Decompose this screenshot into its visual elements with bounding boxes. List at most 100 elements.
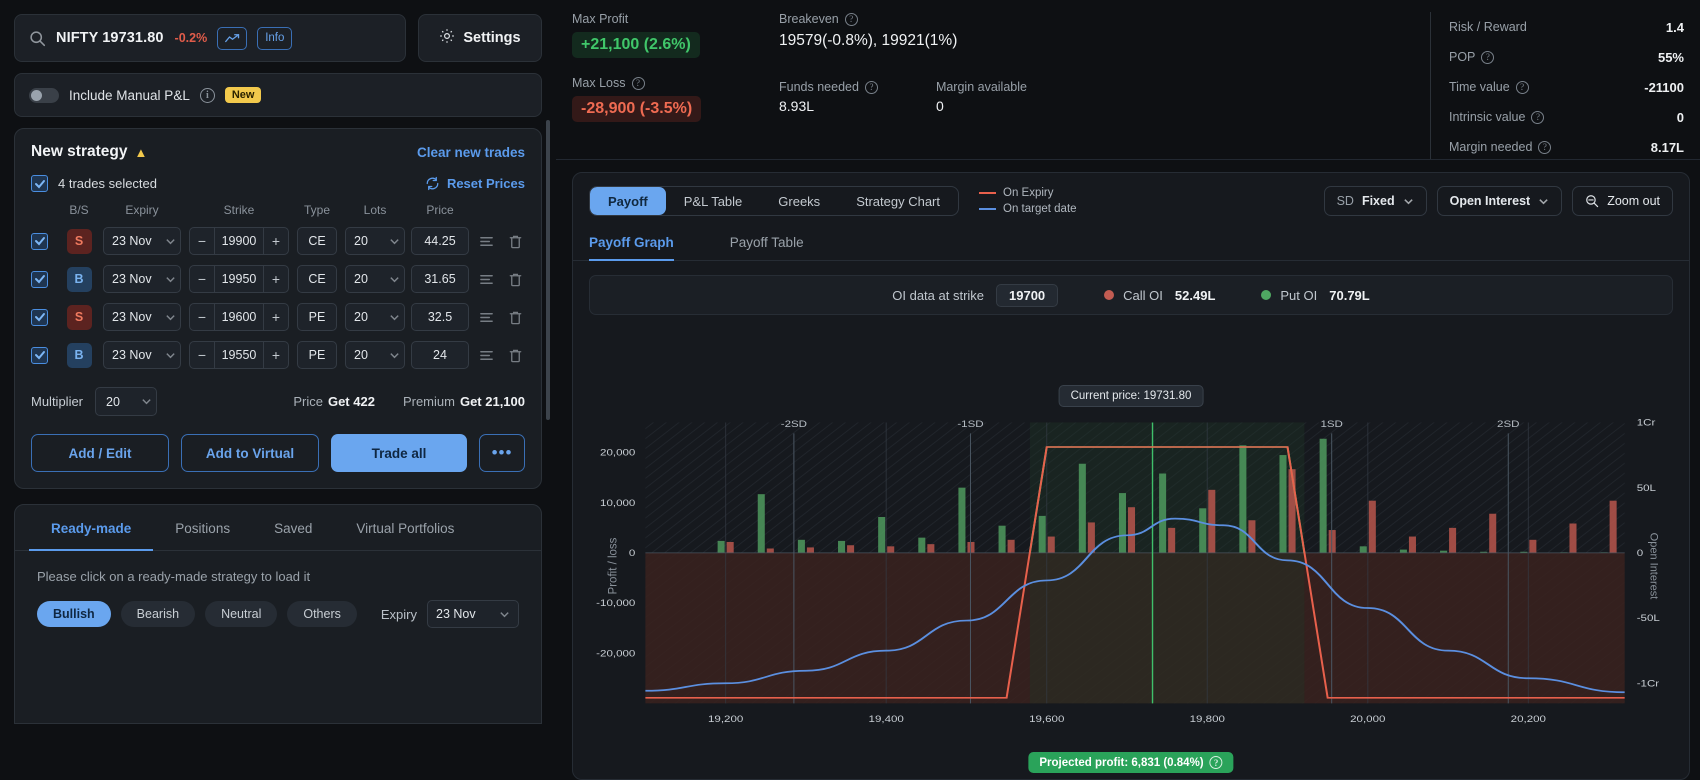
trade-all-button[interactable]: Trade all [331,434,467,472]
strike-decrement[interactable]: − [190,309,214,325]
oi-strike-value[interactable]: 19700 [996,283,1059,307]
table-row[interactable]: S 23 Nov −19900 + CE 20 44.25 [31,227,525,255]
price-input[interactable]: 31.65 [411,265,469,293]
option-type-toggle[interactable]: CE [297,227,337,255]
subtab-payoff-table[interactable]: Payoff Table [730,225,832,260]
strike-increment[interactable]: + [264,347,288,363]
segment-p-l-table[interactable]: P&L Table [666,187,761,215]
info-button[interactable]: Info [257,26,293,50]
expiry-select[interactable]: 23 Nov [103,227,181,255]
help-icon[interactable]: ? [1515,80,1529,94]
reset-prices-button[interactable]: Reset Prices [425,176,525,191]
help-icon[interactable]: ? [631,76,645,90]
drag-handle-icon[interactable] [479,234,494,249]
add-to-virtual-button[interactable]: Add to Virtual [181,434,319,472]
strike-increment[interactable]: + [264,271,288,287]
strike-value[interactable]: 19600 [214,304,264,330]
help-icon[interactable]: ? [864,80,878,94]
y2-tick-label: 50L [1637,484,1657,494]
trend-up-icon[interactable] [217,26,248,50]
buy-sell-toggle[interactable]: B [66,342,92,368]
row-checkbox[interactable] [31,308,48,326]
strike-value[interactable]: 19550 [214,342,264,368]
lots-select[interactable]: 20 [345,227,405,255]
tab-virtual-portfolios[interactable]: Virtual Portfolios [334,505,476,550]
strike-stepper[interactable]: −19900 + [189,227,289,255]
help-icon[interactable]: ? [1481,50,1495,64]
expiry-select[interactable]: 23 Nov [103,265,181,293]
zoom-out-button[interactable]: Zoom out [1572,186,1673,216]
strike-stepper[interactable]: −19950 + [189,265,289,293]
library-expiry-select[interactable]: 23 Nov [427,600,519,628]
call-oi-bar [1128,507,1136,553]
price-input[interactable]: 44.25 [411,227,469,255]
row-checkbox[interactable] [31,346,48,364]
strike-stepper[interactable]: −19550 + [189,341,289,369]
strike-decrement[interactable]: − [190,347,214,363]
filter-pill-neutral[interactable]: Neutral [205,601,278,627]
open-interest-dropdown[interactable]: Open Interest [1436,186,1563,216]
select-all-checkbox[interactable] [31,175,48,192]
drag-handle-icon[interactable] [479,272,494,287]
add-edit-button[interactable]: Add / Edit [31,434,169,472]
segment-greeks[interactable]: Greeks [760,187,838,215]
drag-handle-icon[interactable] [479,348,494,363]
table-row[interactable]: S 23 Nov −19600 + PE 20 32.5 [31,303,525,331]
drag-handle-icon[interactable] [479,310,494,325]
strike-value[interactable]: 19900 [214,228,264,254]
clear-new-trades-link[interactable]: Clear new trades [417,145,525,160]
price-input[interactable]: 32.5 [411,303,469,331]
buy-sell-toggle[interactable]: B [66,266,92,292]
filter-pill-others[interactable]: Others [287,601,357,627]
help-icon[interactable]: ? [1531,110,1545,124]
buy-sell-toggle[interactable]: S [66,228,92,254]
lots-select[interactable]: 20 [345,341,405,369]
sd-dropdown[interactable]: SD Fixed [1323,186,1427,216]
strike-decrement[interactable]: − [190,233,214,249]
strike-stepper[interactable]: −19600 + [189,303,289,331]
strike-increment[interactable]: + [264,233,288,249]
delete-icon[interactable] [508,348,523,363]
settings-button[interactable]: Settings [418,14,542,62]
tab-ready-made[interactable]: Ready-made [29,505,154,551]
delete-icon[interactable] [508,234,523,249]
select-all-wrap[interactable]: 4 trades selected [31,175,157,192]
lots-select[interactable]: 20 [345,265,405,293]
symbol-search-box[interactable]: NIFTY 19731.80 -0.2% Info [14,14,406,62]
strike-decrement[interactable]: − [190,271,214,287]
tab-saved[interactable]: Saved [252,505,334,550]
include-manual-pnl-row[interactable]: Include Manual P&L i New [14,73,542,117]
tab-positions[interactable]: Positions [153,505,252,550]
expiry-select[interactable]: 23 Nov [103,303,181,331]
row-checkbox[interactable] [31,270,48,288]
payoff-plot-area[interactable]: Current price: 19731.80 Profit / loss Op… [573,385,1689,779]
expiry-select[interactable]: 23 Nov [103,341,181,369]
price-input[interactable]: 24 [411,341,469,369]
row-checkbox[interactable] [31,232,48,250]
multiplier-select[interactable]: 20 [95,387,158,416]
segment-strategy-chart[interactable]: Strategy Chart [838,187,958,215]
subtab-payoff-graph[interactable]: Payoff Graph [589,225,702,261]
strike-increment[interactable]: + [264,309,288,325]
strike-value[interactable]: 19950 [214,266,264,292]
delete-icon[interactable] [508,310,523,325]
lots-select[interactable]: 20 [345,303,405,331]
more-options-button[interactable]: ••• [479,434,525,472]
option-type-toggle[interactable]: PE [297,341,337,369]
table-row[interactable]: B 23 Nov −19950 + CE 20 31.65 [31,265,525,293]
filter-pill-bullish[interactable]: Bullish [37,601,111,627]
left-panel-scrollbar[interactable] [546,120,550,420]
option-type-toggle[interactable]: PE [297,303,337,331]
help-icon[interactable]: ? [1538,140,1552,154]
segment-payoff[interactable]: Payoff [590,187,666,215]
manual-pnl-toggle[interactable] [29,87,59,103]
delete-icon[interactable] [508,272,523,287]
help-icon[interactable]: ? [1209,756,1223,769]
option-type-toggle[interactable]: CE [297,265,337,293]
payoff-chart-svg[interactable]: -2SD -1SD 1SD 2SD 20,000 10,000 0 -10,000 -20,00… [573,385,1689,779]
help-icon[interactable]: ? [844,12,858,26]
info-icon[interactable]: i [199,87,215,103]
filter-pill-bearish[interactable]: Bearish [120,601,196,627]
table-row[interactable]: B 23 Nov −19550 + PE 20 24 [31,341,525,369]
buy-sell-toggle[interactable]: S [66,304,92,330]
